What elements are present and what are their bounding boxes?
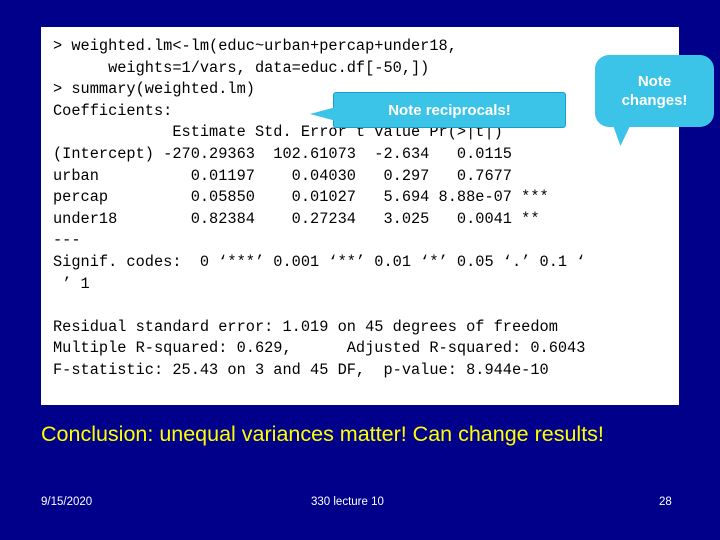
footer-page-number: 28: [659, 496, 672, 508]
callout-note-changes-line2: changes!: [621, 92, 688, 109]
callout-note-changes: Note changes!: [595, 55, 714, 146]
code-output-panel: > weighted.lm<-lm(educ~urban+percap+unde…: [41, 27, 679, 405]
callout-note-reciprocals: Note reciprocals!: [310, 92, 566, 128]
callout-note-reciprocals-label: Note reciprocals!: [388, 101, 511, 119]
r-console-output: > weighted.lm<-lm(educ~urban+percap+unde…: [53, 37, 586, 379]
conclusion-text: Conclusion: unequal variances matter! Ca…: [41, 422, 604, 446]
footer-lecture-title: 330 lecture 10: [311, 496, 384, 508]
slide: > weighted.lm<-lm(educ~urban+percap+unde…: [0, 0, 720, 540]
callout-tail-icon: [602, 110, 638, 146]
callout-tail-icon: [310, 107, 336, 121]
callout-note-changes-line1: Note: [637, 73, 672, 90]
footer-date: 9/15/2020: [41, 496, 93, 508]
